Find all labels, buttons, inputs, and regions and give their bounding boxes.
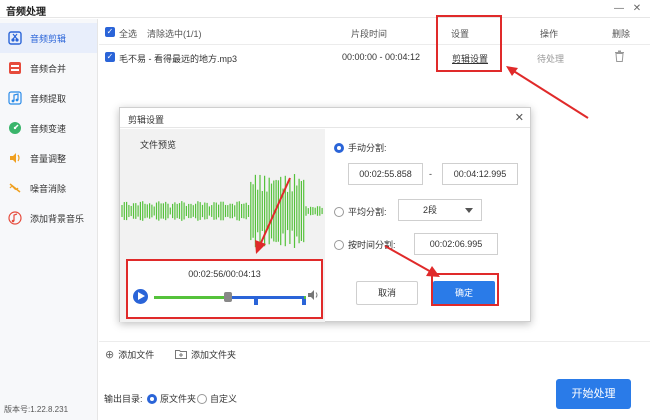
range-start-handle[interactable] — [254, 299, 258, 305]
scissors-icon — [8, 31, 22, 45]
output-dir-label: 输出目录: — [104, 394, 143, 404]
preview-label: 文件预览 — [140, 140, 177, 150]
confirm-highlight-box — [431, 273, 499, 306]
select-all-label[interactable]: 全选 — [119, 27, 137, 40]
average-value: 2段 — [423, 205, 438, 215]
dialog-titlebar: 剪辑设置 ✕ — [120, 108, 530, 128]
sidebar-item-label: 添加背景音乐 — [30, 213, 85, 224]
plus-icon: ⊕ — [105, 349, 115, 361]
column-segment-time: 片段时间 — [351, 29, 388, 39]
output-custom-option[interactable]: 自定义 — [197, 392, 237, 405]
speaker-icon[interactable] — [307, 289, 319, 303]
range-dash: - — [429, 169, 432, 179]
music-note-icon — [8, 91, 22, 105]
speed-icon — [8, 121, 22, 135]
add-folder-label: 添加文件夹 — [191, 350, 237, 360]
window-title: 音频处理 — [6, 7, 46, 18]
average-segments-select[interactable]: 2段 — [398, 199, 482, 221]
row-checkbox[interactable]: ✓ — [105, 52, 115, 62]
split-settings-panel: 手动分割: 00:02:55.858 - 00:04:12.995 平均分割: … — [326, 129, 531, 322]
sidebar-item-label: 音频合并 — [30, 63, 67, 74]
radio-selected-icon — [334, 142, 344, 153]
selected-range — [226, 296, 304, 299]
table-row: ✓ 毛不易 - 看得最远的地方.mp3 00:00:00 - 00:04:12 … — [99, 46, 650, 68]
music-add-icon — [8, 211, 22, 225]
table-header: ✓ 全选 清除选中(1/1) 片段时间 设置 操作 删除 — [99, 19, 650, 45]
sidebar-item-noise[interactable]: 噪音消除 — [0, 173, 97, 203]
version-label: 版本号:1.22.8.231 — [4, 405, 69, 414]
waveform — [121, 174, 323, 248]
dialog-title: 剪辑设置 — [128, 115, 165, 125]
clear-selection-link[interactable]: 清除选中(1/1) — [147, 27, 202, 40]
sidebar-item-audio-speed[interactable]: 音频变速 — [0, 113, 97, 143]
time-split-label: 按时间分割: — [348, 240, 396, 250]
time-split-input[interactable]: 00:02:06.995 — [414, 233, 498, 255]
cancel-button[interactable]: 取消 — [356, 281, 418, 305]
select-all-checkbox[interactable]: ✓ — [105, 27, 115, 37]
title-bar: 音频处理 — ✕ — [0, 0, 650, 18]
radio-icon — [334, 206, 344, 217]
radio-icon — [334, 239, 344, 250]
time-split-option[interactable]: 按时间分割: — [334, 238, 396, 251]
file-preview-panel: 文件预览 00:02:56/00:04:13 — [120, 129, 325, 322]
average-split-option[interactable]: 平均分割: — [334, 205, 387, 218]
manual-split-option[interactable]: 手动分割: — [334, 141, 387, 154]
range-end-handle[interactable] — [302, 299, 306, 305]
minimize-icon[interactable]: — — [612, 2, 626, 16]
column-operation: 操作 — [540, 29, 559, 39]
volume-icon — [8, 151, 22, 165]
trash-icon[interactable] — [614, 50, 625, 64]
sidebar-item-label: 音频变速 — [30, 123, 67, 134]
close-icon[interactable]: ✕ — [515, 111, 524, 124]
average-split-label: 平均分割: — [348, 207, 387, 217]
add-file-label: 添加文件 — [118, 350, 155, 360]
option-custom-label: 自定义 — [210, 394, 238, 404]
option-original-label: 原文件夹 — [160, 394, 197, 404]
start-processing-button[interactable]: 开始处理 — [556, 379, 631, 409]
bottom-panel: ⊕ 添加文件 添加文件夹 输出目录: 原文件夹 自定义 开始处理 — [99, 341, 650, 420]
radio-selected-icon — [147, 393, 157, 404]
file-name: 毛不易 - 看得最远的地方.mp3 — [119, 54, 238, 64]
radio-icon — [197, 393, 207, 404]
sidebar-item-bg-music[interactable]: 添加背景音乐 — [0, 203, 97, 233]
settings-highlight-box — [436, 15, 502, 72]
segment-time: 00:00:00 - 00:04:12 — [342, 52, 421, 62]
playhead-handle[interactable] — [224, 292, 232, 302]
sidebar-item-volume[interactable]: 音量调整 — [0, 143, 97, 173]
status-text: 待处理 — [537, 54, 565, 64]
merge-icon — [8, 61, 22, 75]
output-original-option[interactable]: 原文件夹 — [147, 392, 196, 405]
close-icon[interactable]: ✕ — [630, 2, 644, 16]
column-delete: 删除 — [612, 29, 631, 39]
sidebar-item-audio-cut[interactable]: 音频剪辑 — [0, 23, 97, 53]
sidebar: 音频剪辑 音频合并 音频提取 音频变速 音量调整 噪音消除 添加背景音乐 — [0, 19, 98, 420]
sidebar-item-audio-extract[interactable]: 音频提取 — [0, 83, 97, 113]
manual-end-input[interactable]: 00:04:12.995 — [442, 163, 518, 185]
noise-icon — [8, 181, 22, 195]
chevron-down-icon — [465, 208, 473, 213]
sidebar-item-label: 音频提取 — [30, 93, 67, 104]
folder-icon — [175, 349, 187, 361]
add-folder-button[interactable]: 添加文件夹 — [175, 348, 236, 361]
sidebar-item-label: 噪音消除 — [30, 183, 67, 194]
sidebar-item-audio-merge[interactable]: 音频合并 — [0, 53, 97, 83]
add-file-button[interactable]: ⊕ 添加文件 — [105, 348, 154, 361]
manual-start-input[interactable]: 00:02:55.858 — [348, 163, 423, 185]
manual-split-label: 手动分割: — [348, 143, 387, 153]
player-time: 00:02:56/00:04:13 — [188, 269, 261, 279]
sidebar-item-label: 音频剪辑 — [30, 33, 67, 44]
audio-player: 00:02:56/00:04:13 — [126, 259, 323, 319]
sidebar-item-label: 音量调整 — [30, 153, 67, 164]
play-icon[interactable] — [133, 289, 148, 304]
